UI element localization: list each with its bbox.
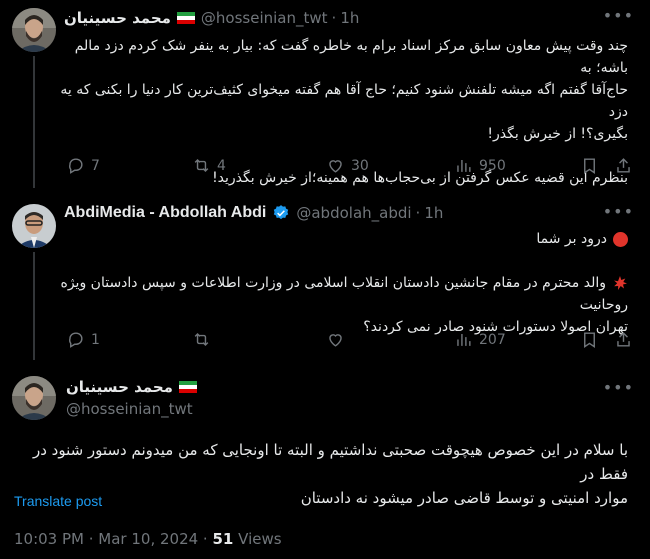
bookmark-button[interactable] [580,330,605,349]
views-count: 950 [479,157,506,174]
thread-line [33,56,35,188]
handle[interactable]: @abdolah_abdi [296,204,411,222]
reply-icon [69,332,83,348]
anger-icon [614,276,627,290]
reply-button[interactable]: 1 [66,330,100,349]
retweet-count: 4 [217,157,226,174]
handle-row: @hosseinian_twt [66,400,193,418]
tweet-time[interactable]: 1h [340,9,359,27]
display-name[interactable]: محمد حسينيان [64,9,171,27]
iran-flag-icon [176,12,195,24]
tweet-time[interactable]: 1h [424,204,443,222]
display-name[interactable]: AbdiMedia - Abdollah Abdi [64,204,266,222]
red-circle-icon [613,231,628,247]
tweet-header: محمد حسينيان [66,378,203,396]
views-icon [457,333,471,346]
action-bar: 7 4 30 950 [62,156,630,176]
translate-post-link[interactable]: Translate post [14,493,102,509]
bookmark-button[interactable] [580,156,605,175]
views-button[interactable]: 207 [454,330,506,349]
share-icon [617,332,630,347]
reply-count: 1 [91,331,100,348]
reply-icon [69,158,83,174]
more-icon[interactable]: ••• [603,202,634,221]
tweet-2[interactable]: AbdiMedia - Abdollah Abdi @abdolah_abdi … [0,196,650,360]
retweet-button[interactable] [192,330,217,349]
retweet-button[interactable]: 4 [192,156,226,175]
iran-flag-icon [178,381,197,393]
action-bar: 1 207 [62,330,630,350]
tweet-line: بگیری؟! از خیرش بگذر! [487,126,628,142]
greeting-text: درود بر شما [536,231,607,247]
reply-button[interactable]: 7 [66,156,100,175]
like-count: 30 [351,157,369,174]
views-label: Views [238,530,282,548]
like-icon [329,160,342,173]
more-icon[interactable]: ••• [603,378,634,397]
avatar[interactable] [12,204,56,248]
tweet-line-text: والد محترم در مقام جانشین دادستان انقلاب… [60,275,629,313]
bookmark-icon [584,158,595,174]
like-button[interactable]: 30 [326,156,369,175]
share-icon [617,158,630,173]
handle[interactable]: @hosseinian_twt [201,9,328,27]
avatar[interactable] [12,8,56,52]
more-icon[interactable]: ••• [603,6,634,25]
display-name[interactable]: محمد حسينيان [66,378,173,396]
share-button[interactable] [614,156,639,175]
retweet-icon [194,332,209,347]
handle[interactable]: @hosseinian_twt [66,400,193,418]
timestamp[interactable]: 10:03 PM · Mar 10, 2024 · [14,530,208,548]
tweet-line: چند وقت پیش معاون سابق مرکز اسناد برام ب… [74,38,628,76]
thread-line [33,252,35,360]
tweet-header: AbdiMedia - Abdollah Abdi @abdolah_abdi … [64,204,444,222]
avatar[interactable] [12,376,56,420]
bookmark-icon [584,332,595,348]
verified-icon [274,205,289,220]
avatar-photo [12,8,56,52]
tweet-text: درود بر شما والد محترم در مقام جانشین دا… [58,228,628,338]
like-icon [329,334,342,347]
views-icon [457,159,471,172]
views-count: 207 [479,331,506,348]
tweet-line: با سلام در این خصوص هیچوقت صحبتی نداشتیم… [32,441,628,483]
tweet-1[interactable]: محمد حسينيان @hosseinian_twt · 1h ••• چن… [0,0,650,188]
tweet-header: محمد حسينيان @hosseinian_twt · 1h [64,9,360,27]
share-button[interactable] [614,330,639,349]
tweet-line: والد محترم در مقام جانشین دادستان انقلاب… [58,272,629,316]
tweet-line: درود بر شما [58,228,628,250]
like-button[interactable] [326,330,351,349]
tweet-text: با سلام در این خصوص هیچوقت صحبتی نداشتیم… [18,438,628,510]
reply-count: 7 [91,157,100,174]
tweet-meta: 10:03 PM · Mar 10, 2024 · 51 Views [14,530,282,548]
tweet-line: حاج‌آقا گفتم اگه میشه تلفنش شنود کنیم؛ ح… [60,82,628,120]
avatar-photo [12,376,56,420]
views-button[interactable]: 950 [454,156,506,175]
tweet-line: موارد امنیتی و توسط قاضی صادر میشود نه د… [300,489,628,507]
views-count: 51 [212,530,234,548]
avatar-photo [12,204,56,248]
tweet-line-blank [58,250,628,272]
retweet-icon [194,158,209,173]
